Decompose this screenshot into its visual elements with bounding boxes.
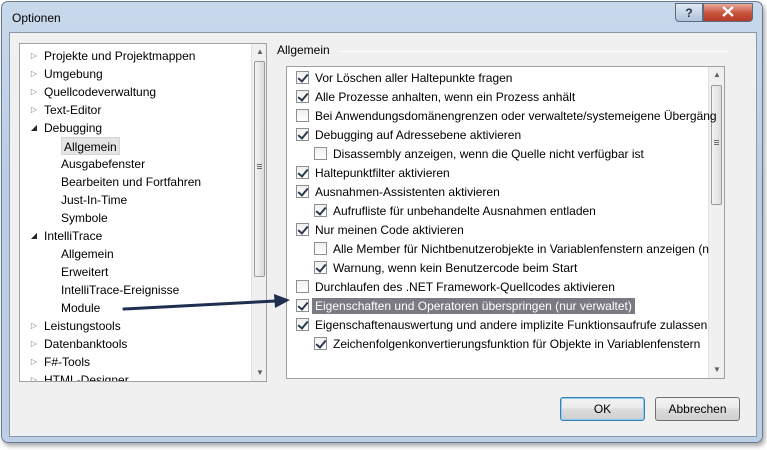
option-row[interactable]: Bei Anwendungsdomänengrenzen oder verwal… [296, 106, 717, 125]
option-row[interactable]: Haltepunktfilter aktivieren [296, 163, 450, 182]
checkbox-checked[interactable] [296, 90, 309, 103]
tree-item[interactable]: Module [61, 299, 100, 317]
option-label: Durchlaufen des .NET Framework-Quellcode… [315, 279, 615, 294]
tree-item[interactable]: Allgemein [61, 245, 114, 263]
help-button[interactable]: ? [675, 3, 703, 22]
option-label: Alle Member für Nichtbenutzerobjekte in … [333, 241, 709, 256]
option-row[interactable]: Durchlaufen des .NET Framework-Quellcode… [296, 277, 615, 296]
tree-item[interactable]: Ausgabefenster [61, 155, 145, 173]
expand-arrow-icon[interactable]: ▷ [29, 47, 39, 65]
checkbox-checked[interactable] [296, 71, 309, 84]
checkbox-unchecked[interactable] [296, 109, 309, 122]
option-row[interactable]: Warnung, wenn kein Benutzercode beim Sta… [314, 258, 577, 277]
tree-item[interactable]: F#-Tools [44, 353, 90, 371]
checkbox-unchecked[interactable] [296, 280, 309, 293]
tree-item[interactable]: Leistungstools [44, 317, 121, 335]
expand-arrow-icon[interactable]: ▷ [29, 65, 39, 83]
tree-item[interactable]: Just-In-Time [61, 191, 127, 209]
tree-item[interactable]: IntelliTrace-Ereignisse [61, 281, 179, 299]
option-row[interactable]: Alle Prozesse anhalten, wenn ein Prozess… [296, 87, 575, 106]
option-label: Warnung, wenn kein Benutzercode beim Sta… [333, 260, 578, 275]
checkbox-unchecked[interactable] [314, 147, 327, 160]
expand-arrow-icon[interactable]: ▷ [29, 83, 39, 101]
option-label: Haltepunktfilter aktivieren [315, 165, 450, 180]
tree-item[interactable]: Debugging [44, 119, 102, 137]
cancel-button[interactable]: Abbrechen [655, 397, 740, 421]
checkbox-unchecked[interactable] [314, 242, 327, 255]
title-bar[interactable]: Optionen ? [2, 2, 762, 32]
option-row[interactable]: Disassembly anzeigen, wenn die Quelle ni… [314, 144, 644, 163]
option-label: Vor Löschen aller Haltepunkte fragen [315, 70, 513, 85]
tree-item[interactable]: Umgebung [44, 65, 103, 83]
option-label: Aufrufliste für unbehandelte Ausnahmen e… [333, 203, 596, 218]
tree-item[interactable]: Projekte und Projektmappen [44, 47, 195, 65]
option-label: Debugging auf Adressebene aktivieren [315, 127, 522, 142]
option-label: Zeichenfolgenkonvertierungsfunktion für … [333, 336, 701, 351]
option-row[interactable]: Alle Member für Nichtbenutzerobjekte in … [314, 239, 709, 258]
dialog-client-area: ▲ ▼ ▷ Projekte und Projektmappen ▷ Umgebung… [9, 32, 757, 437]
tree-item[interactable]: Erweitert [61, 263, 108, 281]
scroll-down-icon[interactable]: ▼ [709, 362, 724, 378]
option-label: Nur meinen Code aktivieren [315, 222, 464, 237]
option-label: Eigenschaften und Operatoren überspringe… [312, 297, 635, 314]
tree-item[interactable]: Symbole [61, 209, 108, 227]
option-label: Alle Prozesse anhalten, wenn ein Prozess… [315, 89, 576, 104]
collapse-arrow-icon[interactable]: ◢ [29, 119, 39, 137]
option-row[interactable]: Eigenschaften und Operatoren überspringe… [296, 296, 635, 315]
option-label: Ausnahmen-Assistenten aktivieren [315, 184, 500, 199]
tree-item[interactable]: HTML-Designer [44, 371, 129, 381]
scroll-up-icon[interactable]: ▲ [252, 44, 266, 60]
expand-arrow-icon[interactable]: ▷ [29, 371, 39, 381]
collapse-arrow-icon[interactable]: ◢ [29, 227, 39, 245]
tree-item[interactable]: Quellcodeverwaltung [44, 83, 156, 101]
tree-item[interactable]: Datenbanktools [44, 335, 127, 353]
expand-arrow-icon[interactable]: ▷ [29, 335, 39, 353]
option-label: Disassembly anzeigen, wenn die Quelle ni… [333, 146, 644, 161]
tree-item[interactable]: Text-Editor [44, 101, 101, 119]
option-row[interactable]: Debugging auf Adressebene aktivieren [296, 125, 521, 144]
expand-arrow-icon[interactable]: ▷ [29, 101, 39, 119]
group-title: Allgemein [277, 43, 336, 57]
tree-item[interactable]: Bearbeiten und Fortfahren [61, 173, 201, 191]
option-row[interactable]: Aufrufliste für unbehandelte Ausnahmen e… [314, 201, 596, 220]
close-icon [722, 5, 734, 20]
checkbox-checked[interactable] [314, 337, 327, 350]
scroll-up-icon[interactable]: ▲ [709, 67, 724, 83]
scroll-thumb[interactable] [711, 85, 722, 205]
option-label: Bei Anwendungsdomänengrenzen oder verwal… [315, 108, 717, 123]
options-dialog: Optionen ? ▲ ▼ ▷ Projekte und Projektmapp… [1, 1, 763, 443]
checkbox-checked[interactable] [296, 128, 309, 141]
checkbox-checked[interactable] [314, 261, 327, 274]
option-row[interactable]: Eigenschaftenauswertung und andere impli… [296, 315, 707, 334]
checkbox-checked[interactable] [296, 318, 309, 331]
tree-scrollbar[interactable]: ▲ ▼ [251, 44, 266, 381]
options-checklist[interactable]: ▲ ▼ Vor Löschen aller Haltepunkte fragen… [286, 66, 725, 379]
ok-button[interactable]: OK [560, 397, 645, 421]
option-row[interactable]: Ausnahmen-Assistenten aktivieren [296, 182, 500, 201]
checkbox-checked[interactable] [314, 204, 327, 217]
scroll-down-icon[interactable]: ▼ [252, 365, 266, 381]
option-row[interactable]: Zeichenfolgenkonvertierungsfunktion für … [314, 334, 700, 353]
group-divider [340, 51, 728, 52]
expand-arrow-icon[interactable]: ▷ [29, 317, 39, 335]
option-row[interactable]: Nur meinen Code aktivieren [296, 220, 464, 239]
tree-item[interactable]: IntelliTrace [44, 227, 102, 245]
checkbox-checked[interactable] [296, 185, 309, 198]
help-icon: ? [685, 5, 693, 20]
scroll-thumb[interactable] [254, 61, 265, 277]
option-row[interactable]: Vor Löschen aller Haltepunkte fragen [296, 68, 512, 87]
tree-item[interactable]: Allgemein [61, 137, 120, 155]
checkbox-checked[interactable] [296, 166, 309, 179]
close-button[interactable] [703, 3, 753, 22]
checkbox-checked[interactable] [296, 299, 309, 312]
window-title: Optionen [12, 11, 61, 25]
option-label: Eigenschaftenauswertung und andere impli… [315, 317, 708, 332]
expand-arrow-icon[interactable]: ▷ [29, 353, 39, 371]
checkbox-checked[interactable] [296, 223, 309, 236]
category-tree[interactable]: ▲ ▼ ▷ Projekte und Projektmappen ▷ Umgebung… [19, 43, 267, 382]
